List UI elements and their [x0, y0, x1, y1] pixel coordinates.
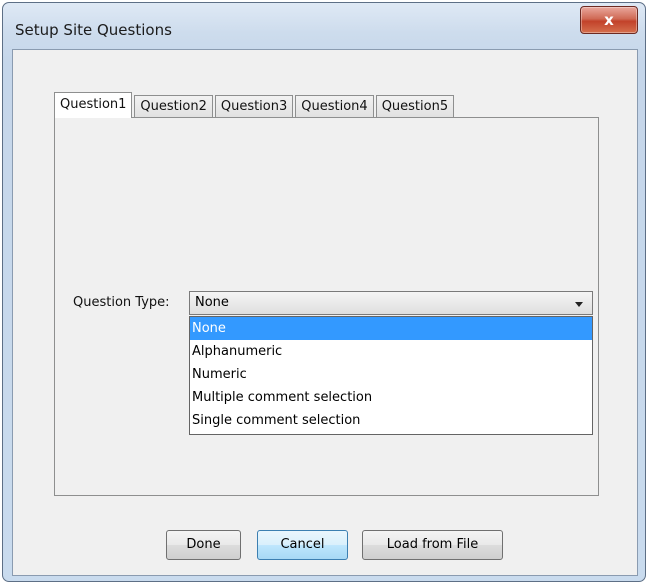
tab-question5[interactable]: Question5: [375, 95, 455, 117]
tab-question3[interactable]: Question3: [214, 95, 294, 117]
tab-question1[interactable]: Question1: [54, 92, 133, 118]
question-type-dropdown-list: None Alphanumeric Numeric Multiple comme…: [189, 316, 593, 435]
close-button[interactable]: x: [580, 6, 638, 34]
load-from-file-button[interactable]: Load from File: [362, 530, 503, 560]
dropdown-option-single-comment[interactable]: Single comment selection: [190, 409, 592, 432]
dialog-client-area: Question1 Question2 Question3 Question4 …: [12, 49, 638, 576]
close-icon: x: [604, 11, 614, 29]
cancel-button-label: Cancel: [280, 537, 325, 552]
tab-question2[interactable]: Question2: [134, 95, 213, 117]
dropdown-option-numeric[interactable]: Numeric: [190, 363, 592, 386]
load-from-file-button-label: Load from File: [386, 537, 479, 552]
dropdown-option-multiple-comment[interactable]: Multiple comment selection: [190, 386, 592, 409]
dropdown-option-none[interactable]: None: [190, 317, 592, 340]
tab-question4[interactable]: Question4: [295, 95, 374, 117]
title-bar[interactable]: Setup Site Questions x: [3, 3, 645, 49]
window-title: Setup Site Questions: [15, 21, 172, 39]
done-button[interactable]: Done: [166, 530, 241, 560]
chevron-down-icon[interactable]: [575, 302, 583, 307]
question-type-label: Question Type:: [73, 295, 170, 310]
cancel-button[interactable]: Cancel: [257, 530, 348, 560]
dialog-window: Setup Site Questions x Question1 Questio…: [2, 2, 646, 582]
done-button-label: Done: [186, 537, 221, 552]
question-type-select[interactable]: None: [189, 291, 593, 315]
question-type-value: None: [195, 295, 229, 310]
tab-strip: Question1 Question2 Question3 Question4 …: [54, 92, 456, 118]
dropdown-option-alphanumeric[interactable]: Alphanumeric: [190, 340, 592, 363]
